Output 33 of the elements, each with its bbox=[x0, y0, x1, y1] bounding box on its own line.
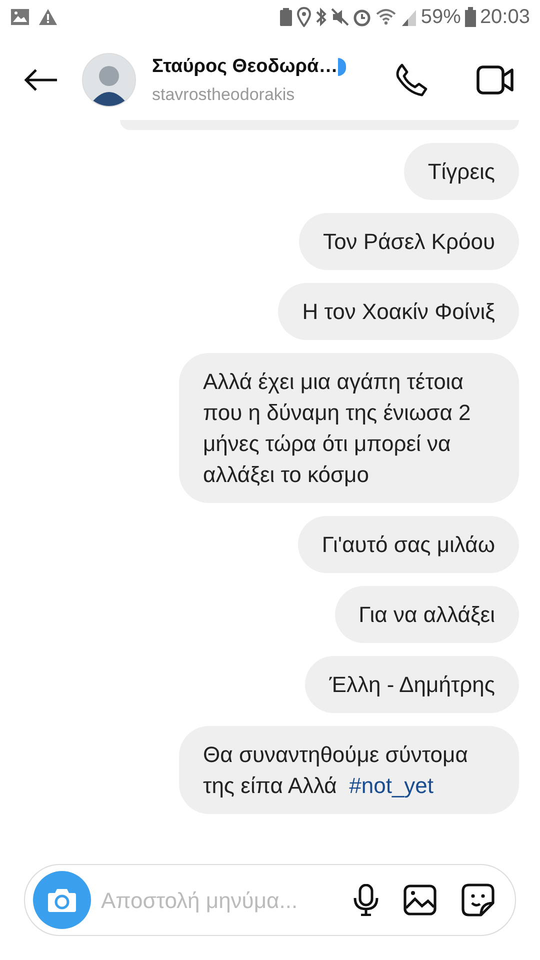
hashtag-link[interactable]: #not_yet bbox=[349, 773, 434, 798]
camera-button[interactable] bbox=[33, 871, 91, 929]
contact-username: stavrostheodorakis bbox=[152, 84, 296, 106]
message-bubble: Τον Ράσελ Κρόου bbox=[299, 213, 519, 270]
contact-name: Σταύρος Θεοδωρά… bbox=[152, 55, 338, 79]
battery-percentage: 59% bbox=[420, 5, 461, 30]
camera-icon bbox=[47, 887, 77, 913]
bluetooth-icon bbox=[314, 7, 327, 27]
gallery-icon bbox=[10, 8, 30, 26]
battery-saver-icon bbox=[278, 7, 293, 27]
image-icon[interactable] bbox=[403, 884, 437, 916]
battery-icon bbox=[464, 7, 476, 27]
warning-icon bbox=[38, 8, 58, 26]
back-arrow-icon[interactable] bbox=[24, 68, 58, 92]
message-bubble: Θα συναντηθούμε σύντομα της είπα Αλλά #not_yet bbox=[179, 726, 519, 814]
phone-icon[interactable] bbox=[394, 63, 428, 97]
message-field[interactable]: Αποστολή μηνύμα... bbox=[24, 864, 516, 936]
avatar[interactable] bbox=[82, 53, 136, 107]
location-icon bbox=[296, 7, 311, 27]
wifi-icon bbox=[374, 7, 397, 27]
message-bubble: Για να αλλάξει bbox=[334, 586, 519, 643]
microphone-icon[interactable] bbox=[353, 884, 379, 916]
sticker-icon[interactable] bbox=[461, 883, 495, 917]
alarm-icon bbox=[352, 7, 371, 27]
message-bubble: Η τον Χοακίν Φοίνιξ bbox=[278, 283, 519, 340]
message-bubble: Γι'αυτό σας μιλάω bbox=[298, 516, 519, 573]
video-camera-icon[interactable] bbox=[476, 65, 514, 95]
message-bubble: Τίγρεις bbox=[404, 143, 519, 200]
message-bubble: Αλλά έχει μια αγάπη τέτοια που η δύναμη της ένιωσα 2 μήνες τώρα ότι μπορεί να αλλάξει το κόσμο bbox=[179, 353, 519, 503]
message-input[interactable]: Αποστολή μηνύμα... bbox=[99, 882, 353, 918]
message-bubble: Έλλη - Δημήτρης bbox=[305, 656, 519, 713]
clock-time: 20:03 bbox=[480, 5, 530, 30]
mute-icon bbox=[330, 7, 349, 27]
